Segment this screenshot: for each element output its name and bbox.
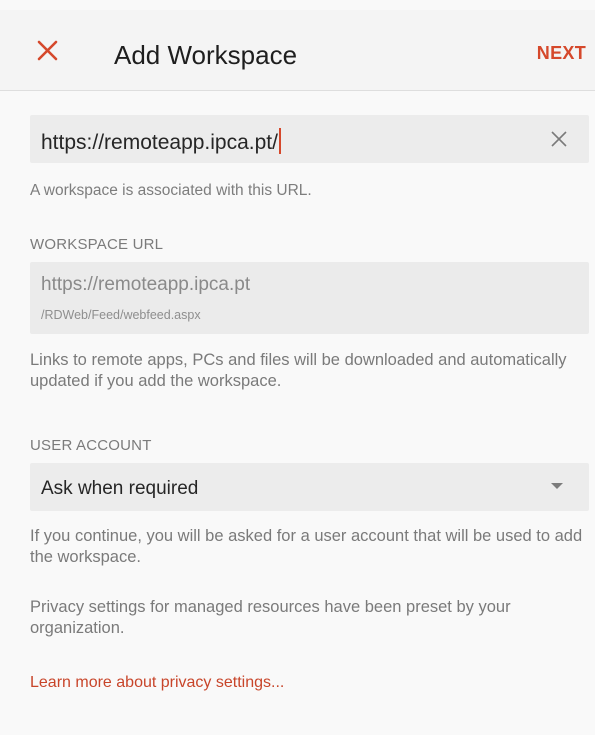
user-account-select[interactable]: Ask when required — [30, 463, 589, 511]
app-header: Add Workspace NEXT — [0, 10, 595, 91]
close-icon — [37, 40, 58, 61]
user-account-selected: Ask when required — [41, 478, 199, 499]
privacy-notice: Privacy settings for managed resources h… — [30, 598, 511, 637]
url-helper-text: A workspace is associated with this URL. — [30, 182, 312, 199]
url-input-value[interactable]: https://remoteapp.ipca.pt/ — [41, 128, 281, 155]
page-title: Add Workspace — [114, 40, 298, 70]
user-account-label: USER ACCOUNT — [30, 437, 152, 454]
next-button[interactable]: NEXT — [537, 43, 586, 64]
workspace-url-display: https://remoteapp.ipca.pt /RDWeb/Feed/we… — [30, 262, 589, 334]
workspace-url-host: https://remoteapp.ipca.pt — [41, 274, 251, 295]
workspace-description: Links to remote apps, PCs and files will… — [30, 351, 567, 390]
privacy-settings-link[interactable]: Learn more about privacy settings... — [30, 674, 284, 692]
clear-input-button[interactable] — [549, 129, 569, 149]
clear-icon — [551, 131, 567, 147]
workspace-url-label: WORKSPACE URL — [30, 236, 164, 253]
workspace-url-path: /RDWeb/Feed/webfeed.aspx — [41, 308, 201, 322]
close-button[interactable] — [35, 38, 61, 64]
text-cursor — [278, 128, 281, 154]
workspace-url-input[interactable]: https://remoteapp.ipca.pt/ — [30, 115, 589, 163]
user-account-description: If you continue, you will be asked for a… — [30, 527, 583, 566]
chevron-down-icon — [551, 483, 563, 489]
